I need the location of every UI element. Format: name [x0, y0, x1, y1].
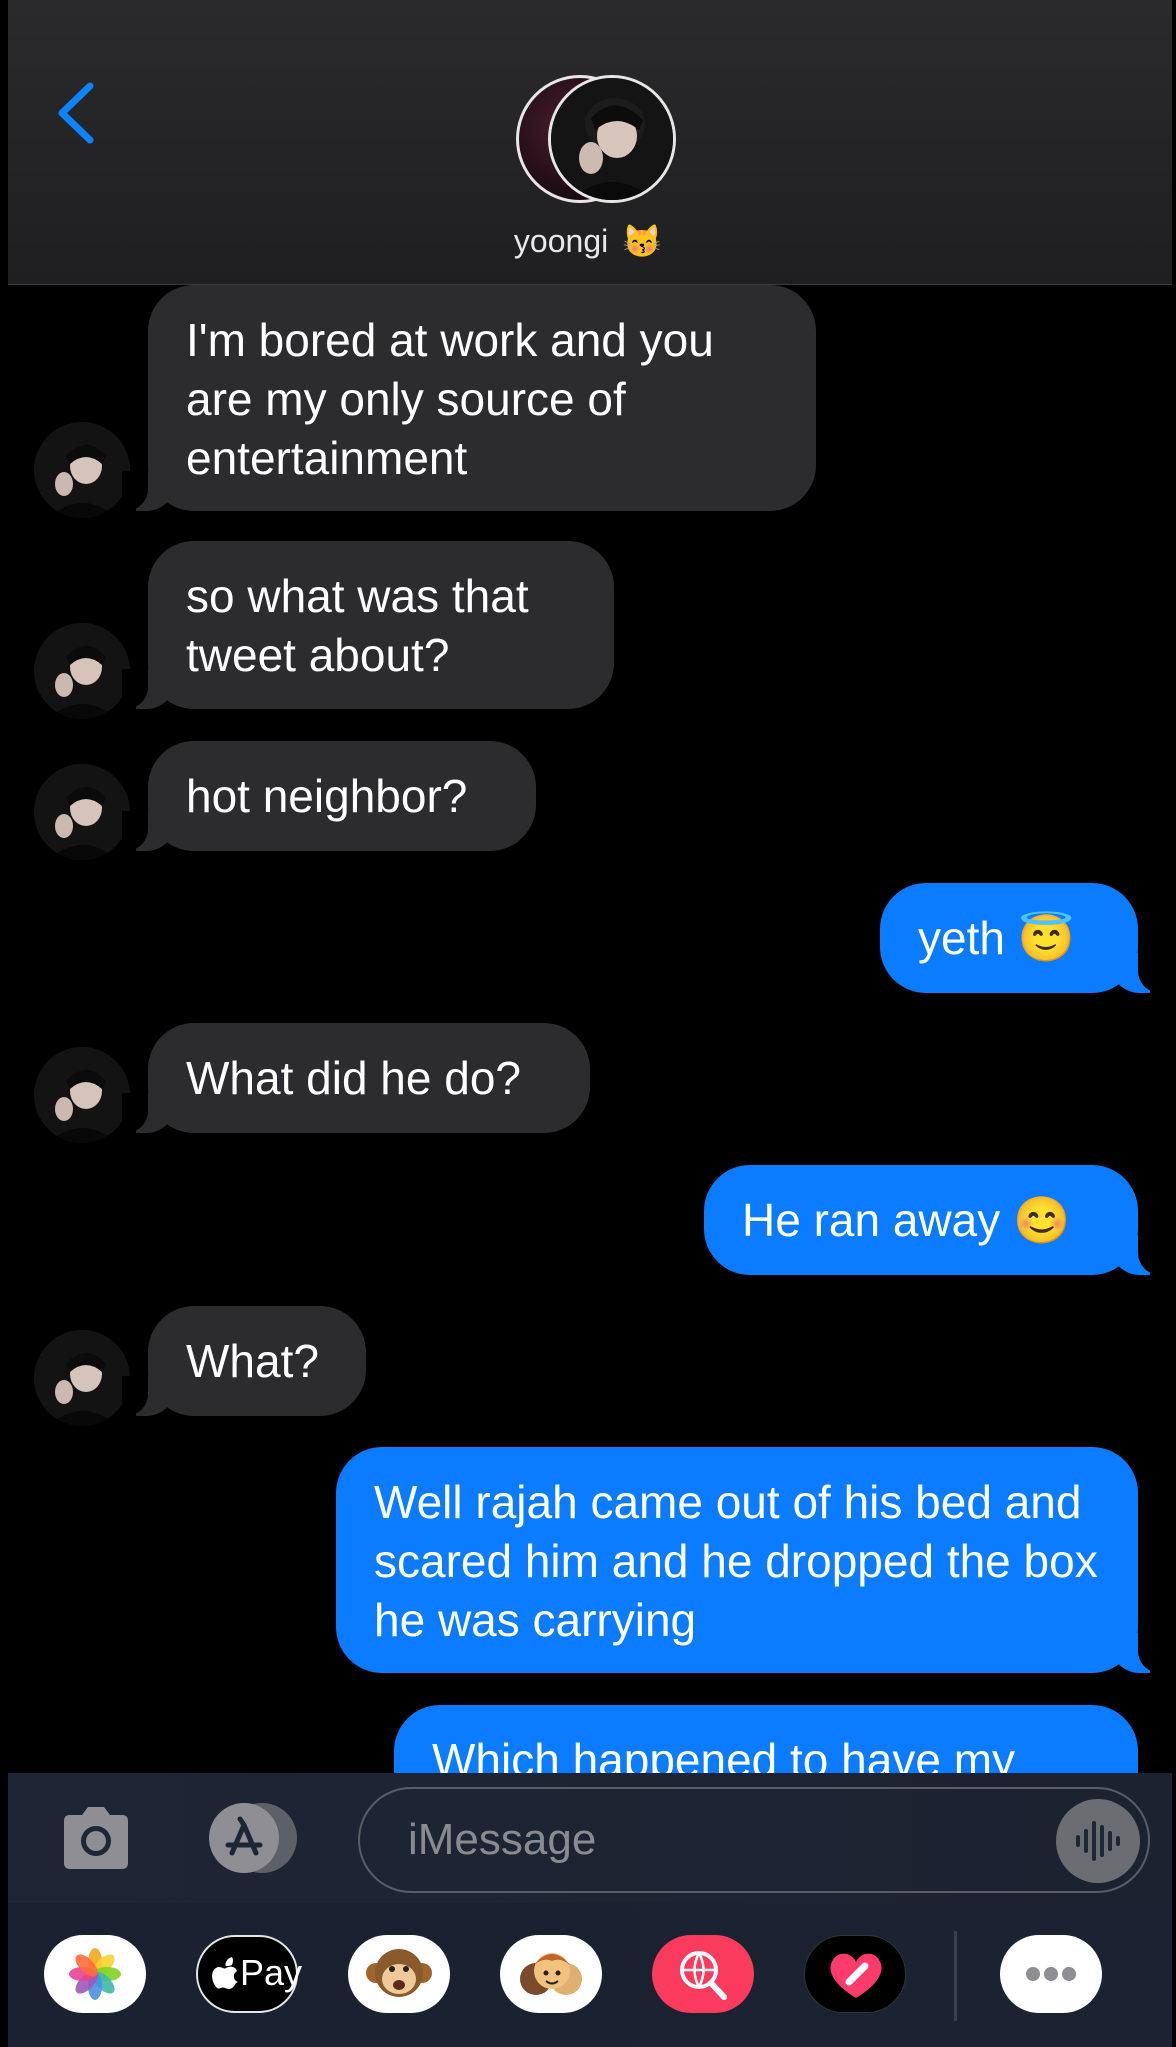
contact-name[interactable]: yoongi 😽 [0, 222, 1176, 260]
app-store-icon[interactable] [204, 1801, 302, 1875]
globe-search-icon [680, 1951, 727, 2000]
message-text: yeth 😇 [918, 912, 1076, 964]
message-text: so what was that tweet about? [186, 570, 529, 681]
contact-avatar-group[interactable] [516, 73, 680, 205]
message-text: I'm bored at work and you are my only so… [186, 314, 714, 484]
waveform-icon [1076, 1821, 1120, 1861]
monkey-icon [366, 1949, 432, 1997]
message-text: He ran away 😊 [742, 1194, 1071, 1246]
animoji-app[interactable] [348, 1935, 450, 2013]
message-bubble-incoming[interactable]: hot neighbor? [122, 741, 536, 851]
message-bubble-outgoing[interactable]: Well rajah came out of his bed and scare… [336, 1447, 1164, 1673]
message-text: Which happened to have my [432, 1734, 1016, 1773]
message-text: What? [186, 1335, 319, 1387]
photos-icon [69, 1948, 121, 2000]
sender-avatar[interactable] [34, 1047, 130, 1143]
message-bubble-outgoing[interactable]: He ran away 😊 [704, 1165, 1164, 1275]
message-input[interactable]: iMessage [358, 1787, 1150, 1893]
camera-icon[interactable] [58, 1803, 134, 1873]
ellipsis-icon [1026, 1967, 1076, 1981]
photos-app[interactable] [44, 1935, 146, 2013]
drawer-divider [954, 1931, 957, 2021]
apple-logo-icon [212, 1957, 238, 1989]
memoji-icon [520, 1953, 582, 1995]
message-bubble-outgoing[interactable]: yeth 😇 [880, 883, 1164, 993]
applepay-label: Pay [240, 1952, 303, 1993]
app-drawer: Pay [8, 1903, 1172, 2047]
sender-avatar[interactable] [34, 422, 130, 518]
applepay-app[interactable]: Pay [196, 1935, 302, 2013]
compose-bar: iMessage [8, 1773, 1172, 1903]
message-bubble-incoming[interactable]: What? [122, 1306, 366, 1416]
contact-emoji: 😽 [622, 223, 663, 259]
digital-touch-app[interactable] [804, 1935, 906, 2013]
more-apps-button[interactable] [1000, 1935, 1102, 2013]
sender-avatar[interactable] [34, 764, 130, 860]
heart-icon [830, 1953, 882, 1998]
message-text: hot neighbor? [186, 770, 468, 822]
message-bubble-incoming[interactable]: I'm bored at work and you are my only so… [122, 285, 816, 511]
message-input-placeholder: iMessage [408, 1815, 597, 1864]
message-text: What did he do? [186, 1052, 522, 1104]
contact-name-text: yoongi [513, 223, 609, 259]
contact-avatar [548, 75, 676, 203]
message-bubble-incoming[interactable]: What did he do? [122, 1023, 590, 1133]
images-search-app[interactable] [652, 1935, 754, 2013]
audio-message-button[interactable] [1056, 1799, 1140, 1883]
message-bubble-incoming[interactable]: so what was that tweet about? [122, 541, 614, 709]
sender-avatar[interactable] [34, 623, 130, 719]
message-text: Well rajah came out of his bed and scare… [374, 1476, 1098, 1646]
memoji-app[interactable] [500, 1935, 602, 2013]
message-bubble-outgoing[interactable]: Which happened to have my [394, 1705, 1138, 1773]
back-chevron-icon[interactable] [52, 80, 102, 146]
message-list[interactable]: I'm bored at work and you are my only so… [0, 285, 1176, 1773]
sender-avatar[interactable] [34, 1330, 130, 1426]
